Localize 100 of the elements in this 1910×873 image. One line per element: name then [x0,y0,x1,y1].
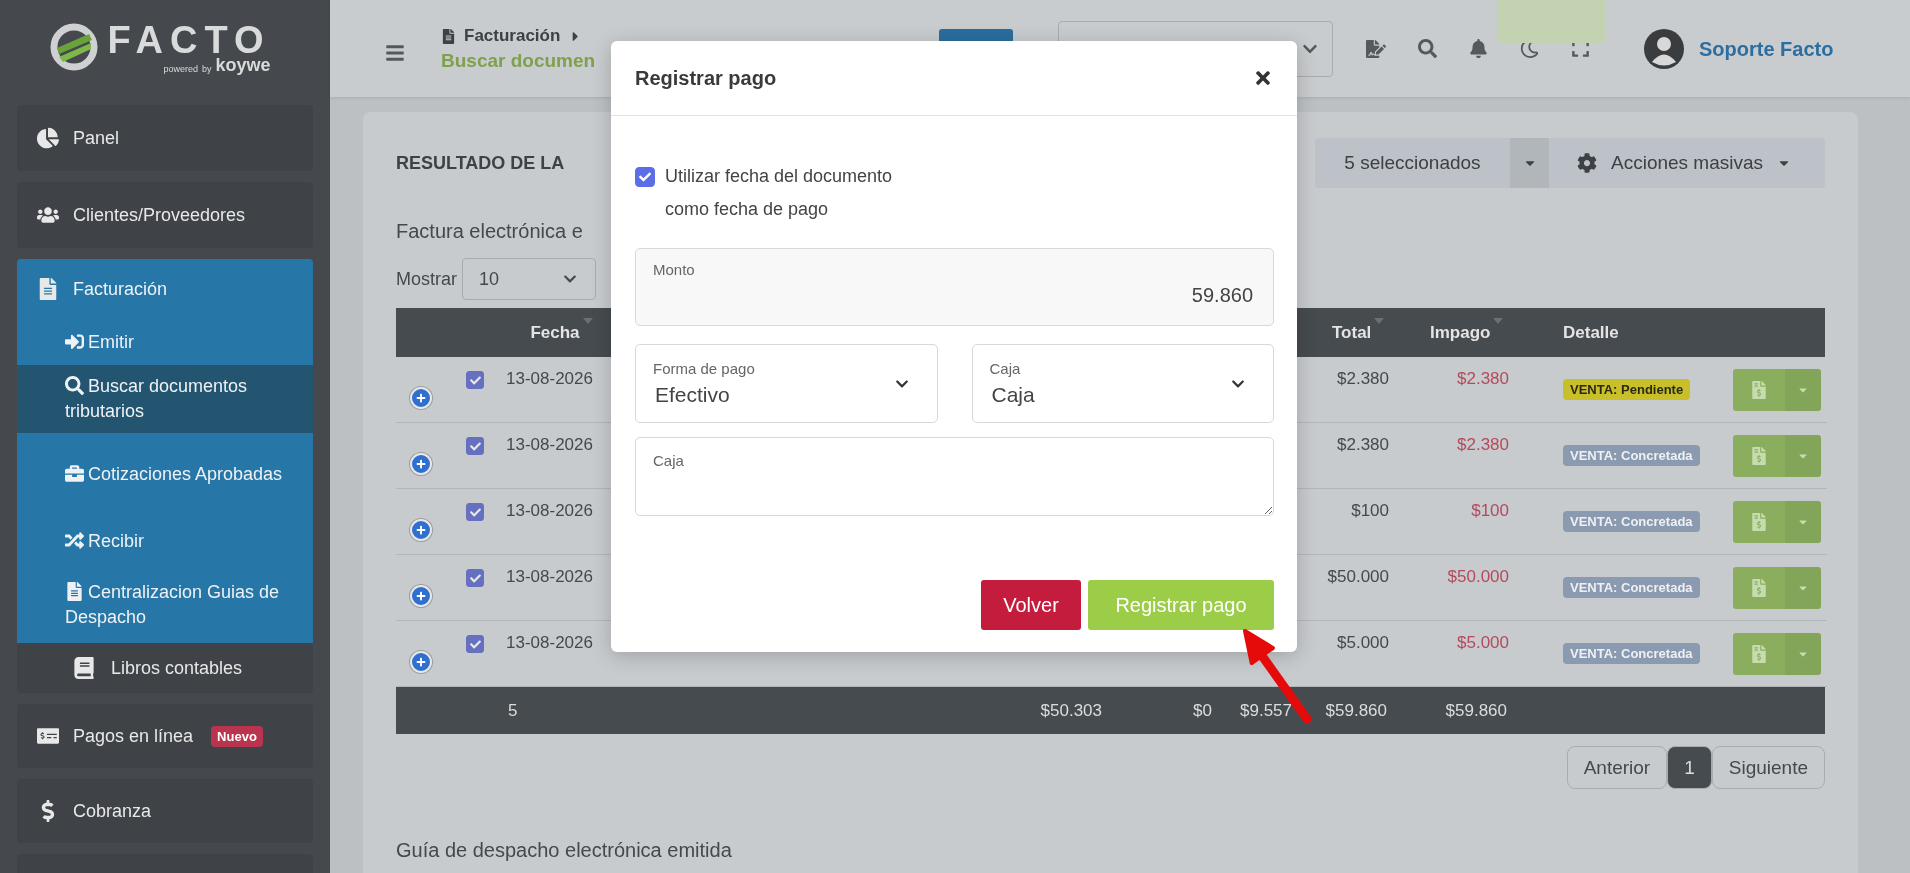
footer-total: $59.860 [1445,700,1507,721]
section-title: Guía de despacho electrónica emitida [396,839,733,862]
user-name[interactable]: Soporte Facto [1699,38,1834,61]
row-checkbox[interactable] [466,635,484,653]
total-cell: $100 [1351,501,1389,521]
expand-row-button[interactable] [410,453,432,475]
search-icon[interactable] [1418,39,1437,58]
check-icon [469,506,481,518]
row-checkbox[interactable] [466,503,484,521]
sidebar-item[interactable]: Cobranza [17,779,313,843]
logo-icon [49,22,100,72]
settings-icon [1577,153,1597,173]
menu-button[interactable] [385,43,405,63]
document-icon [441,28,456,44]
document-icon [37,278,59,300]
status-badge: VENTA: Concretada [1563,511,1700,532]
footer-total: $59.860 [1325,700,1387,721]
close-icon [1253,68,1273,88]
status-badge: VENTA: Concretada [1563,643,1700,664]
invoice-icon [1750,446,1768,465]
checkbox-label: Utilizar fecha del documento como fecha de pago [665,165,894,221]
sidebar-item[interactable]: Pagos en línea Nuevo [17,704,313,768]
sidebar-item[interactable]: Clientes/Proveedores [17,182,313,248]
check-icon [469,572,481,584]
status-badge: VENTA: Pendiente [1563,379,1691,400]
sidebar-item[interactable]: Libros contables [17,643,313,693]
unpaid-cell: $2.380 [1457,369,1509,389]
invoice-icon [1750,380,1768,399]
date-cell: 13-08-2026 [506,501,593,521]
dialog-title: Registrar pago [635,66,777,90]
plus-icon [416,525,426,535]
dropdown-toggle-button[interactable] [1785,500,1821,543]
notes-field[interactable]: Caja [635,437,1274,516]
users-icon [37,204,59,226]
column-header[interactable]: Impago [1430,322,1491,343]
column-header[interactable]: Fecha [530,322,580,343]
date-cell: 13-08-2026 [506,435,593,455]
expand-row-button[interactable] [410,651,432,673]
page-size-select[interactable]: 10 [462,258,596,300]
money-card-icon [37,725,59,747]
expand-row-button[interactable] [410,519,432,541]
status-badge: VENTA: Concretada [1563,445,1700,466]
date-cell: 13-08-2026 [506,567,593,587]
invoice-icon [1750,644,1768,663]
document-icon [65,581,84,601]
check-icon [469,638,481,650]
sidebar-item[interactable]: Panel [17,105,313,171]
sidebar-subitem[interactable]: Buscar documentos tributarios [17,365,313,433]
invoice-icon [1750,512,1768,531]
bulk-actions-button[interactable]: Acciones masivas [1549,138,1825,188]
close-button[interactable] [1253,68,1273,88]
expand-row-button[interactable] [410,387,432,409]
payment-method-select[interactable]: Forma de pago Efectivo [635,344,938,423]
amount-field[interactable]: Monto 59.860 [635,248,1274,326]
date-cell: 13-08-2026 [506,633,593,653]
plus-icon [416,657,426,667]
back-button[interactable]: Volver [981,580,1081,630]
cashbox-select[interactable]: Caja Caja [971,344,1274,423]
column-header[interactable]: Total [1332,322,1372,343]
next-page-button[interactable]: Siguiente [1711,746,1825,789]
bell-icon[interactable] [1469,39,1488,58]
breadcrumb-section[interactable]: Facturación [464,26,561,46]
dropdown-toggle-button[interactable] [1785,566,1821,609]
check-icon [469,440,481,452]
total-cell: $2.380 [1337,369,1389,389]
avatar-icon[interactable] [1644,29,1684,69]
sidebar-subitem[interactable]: Recibir [17,516,313,566]
section-title: Factura electrónica e [396,219,584,244]
unpaid-cell: $50.000 [1447,567,1509,587]
page-title: Buscar documen [441,50,597,72]
expand-row-button[interactable] [410,585,432,607]
dropdown-toggle-button[interactable] [1785,434,1821,477]
new-badge: Nuevo [211,725,263,747]
row-checkbox[interactable] [466,371,484,389]
edit-document-icon[interactable] [1366,39,1386,59]
total-cell: $2.380 [1337,435,1389,455]
sidebar-subitem[interactable]: Emitir [17,319,313,365]
sidebar-item[interactable]: Facturación [17,259,313,319]
sign-in-icon [65,331,84,351]
checkbox[interactable] [635,167,655,187]
row-checkbox[interactable] [466,569,484,587]
dropdown-toggle-button[interactable] [1785,632,1821,675]
row-checkbox[interactable] [466,437,484,455]
logo-powered: powered [163,65,198,74]
shuffle-icon [65,530,84,550]
footer-total: $9.557 [1240,700,1292,721]
sidebar-subitem[interactable]: Cotizaciones Aprobadas [17,433,313,516]
selection-button[interactable]: 5 seleccionados [1315,138,1510,188]
unpaid-cell: $100 [1471,501,1509,521]
column-header: Detalle [1563,322,1619,343]
book-icon [73,657,95,679]
logo-brand: koywe [215,56,271,74]
search-icon [65,376,84,395]
sidebar-subitem[interactable]: Centralizacion Guias de Despacho [17,566,313,643]
dropdown-toggle-button[interactable] [1785,368,1821,411]
unpaid-cell: $2.380 [1457,435,1509,455]
check-icon [469,374,481,386]
page-button[interactable]: 1 [1667,746,1712,789]
footer-count: 5 [508,700,518,721]
check-icon [639,171,651,183]
